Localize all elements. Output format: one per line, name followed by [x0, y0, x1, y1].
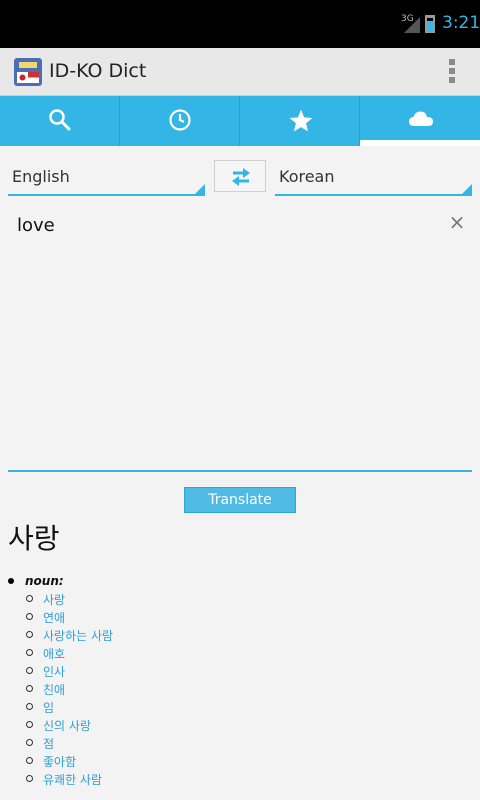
status-bar: 3G 3:21 — [0, 0, 480, 48]
status-clock: 3:21 — [442, 13, 480, 33]
tab-history[interactable] — [120, 96, 240, 146]
circle-bullet-icon — [26, 757, 33, 764]
tab-bar — [0, 96, 480, 146]
search-icon — [49, 109, 71, 131]
circle-bullet-icon — [26, 775, 33, 782]
signal-icon — [404, 17, 420, 33]
tab-favorites[interactable] — [240, 96, 360, 146]
translation-link[interactable]: 사랑 — [43, 591, 65, 608]
tab-online[interactable] — [360, 96, 480, 146]
translation-link[interactable]: 애호 — [43, 645, 65, 662]
translation-link[interactable]: 신의 사랑 — [43, 717, 91, 734]
source-language-spinner[interactable]: English — [8, 160, 205, 196]
source-language-label: English — [12, 167, 70, 186]
dropdown-triangle-icon — [462, 184, 472, 194]
circle-bullet-icon — [26, 703, 33, 710]
star-icon — [289, 109, 313, 132]
circle-bullet-icon — [26, 667, 33, 674]
input-text: love — [17, 215, 55, 236]
circle-bullet-icon — [26, 613, 33, 620]
overflow-menu-icon[interactable] — [448, 59, 456, 85]
circle-bullet-icon — [26, 721, 33, 728]
target-language-label: Korean — [279, 167, 335, 186]
translate-button[interactable]: Translate — [184, 487, 296, 513]
circle-bullet-icon — [26, 685, 33, 692]
target-language-spinner[interactable]: Korean — [275, 160, 472, 196]
translation-link[interactable]: 좋아함 — [43, 753, 76, 770]
circle-bullet-icon — [26, 631, 33, 638]
circle-bullet-icon — [26, 739, 33, 746]
translation-link[interactable]: 유쾌한 사람 — [43, 771, 102, 788]
dropdown-triangle-icon — [195, 184, 205, 194]
translation-link[interactable]: 인사 — [43, 663, 65, 680]
result-headword: 사랑 — [8, 522, 60, 555]
tab-search[interactable] — [0, 96, 120, 146]
active-tab-indicator — [360, 140, 480, 146]
battery-icon — [425, 15, 435, 33]
translation-link[interactable]: 친애 — [43, 681, 65, 698]
clock-icon — [169, 109, 191, 131]
bullet-icon — [8, 578, 14, 584]
app-logo-icon — [14, 58, 42, 86]
circle-bullet-icon — [26, 595, 33, 602]
translation-link[interactable]: 임 — [43, 699, 54, 716]
clear-input-icon[interactable]: × — [447, 212, 467, 232]
translation-link[interactable]: 연애 — [43, 609, 65, 626]
part-of-speech: noun: — [25, 574, 64, 588]
swap-languages-button[interactable] — [214, 160, 266, 192]
input-text-field[interactable]: love — [8, 206, 472, 472]
translation-link[interactable]: 사랑하는 사람 — [43, 627, 113, 644]
translation-link[interactable]: 점 — [43, 735, 54, 752]
app-title: ID-KO Dict — [49, 60, 147, 82]
cloud-icon — [409, 111, 433, 126]
circle-bullet-icon — [26, 649, 33, 656]
swap-arrows-icon — [232, 168, 250, 186]
